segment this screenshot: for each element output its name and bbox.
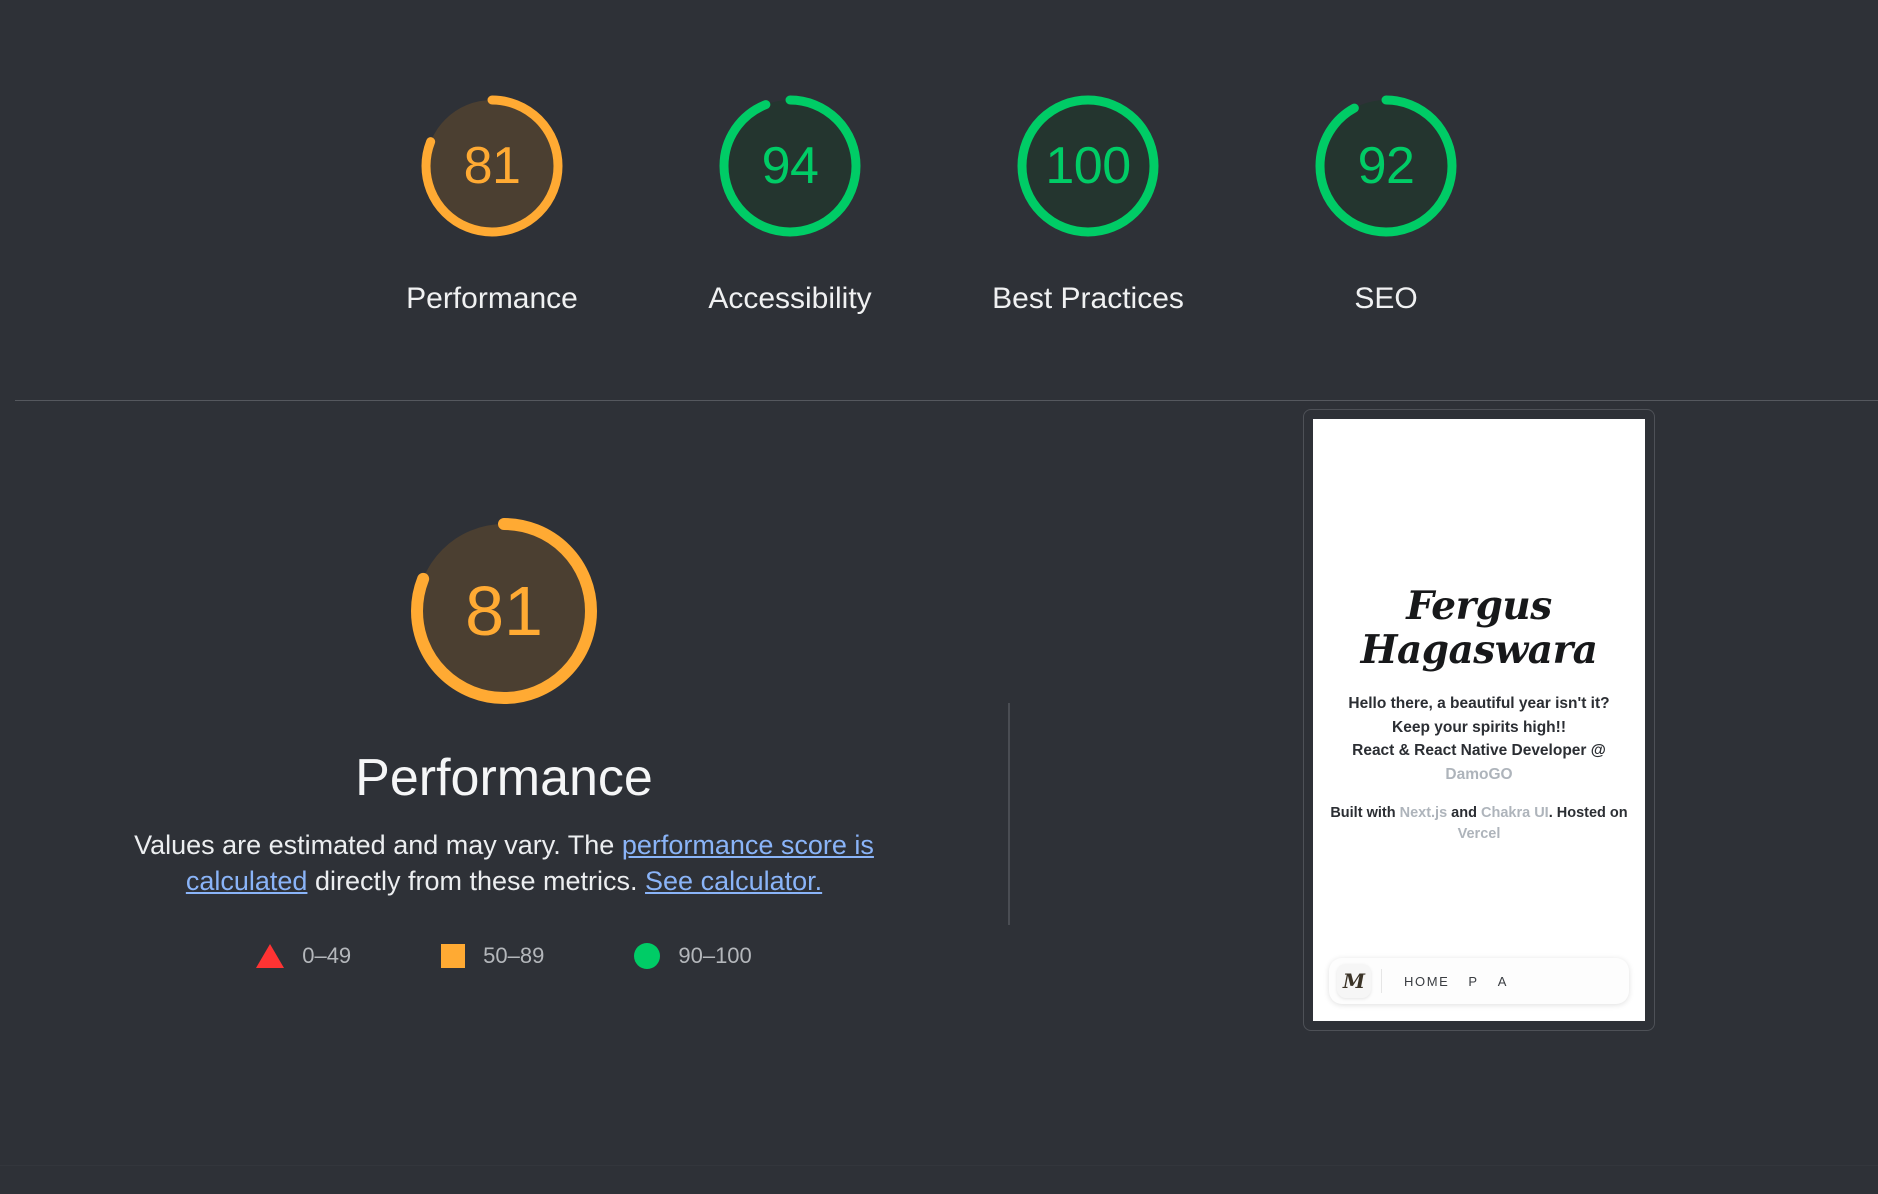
- built-tech-chakra: Chakra UI: [1481, 804, 1549, 821]
- built-join: and: [1447, 804, 1481, 821]
- final-screenshot-image: Fergus Hagaswara Hello there, a beautifu…: [1313, 419, 1645, 1021]
- nav-item-a: A: [1497, 973, 1508, 989]
- gauge-score-performance-large: 81: [465, 572, 543, 650]
- screenshot-greeting-line2: Keep your spirits high!!: [1392, 718, 1566, 736]
- screenshot-logo-icon: M: [1337, 964, 1371, 998]
- bottom-divider: [0, 1165, 1878, 1166]
- gauge-score-seo: 92: [1357, 137, 1415, 195]
- triangle-icon: [256, 944, 285, 969]
- screenshot-greeting-line1: Hello there, a beautiful year isn't it?: [1348, 695, 1610, 713]
- built-tech-nextjs: Next.js: [1399, 804, 1448, 821]
- nav-item-p: P: [1468, 973, 1479, 989]
- final-screenshot-frame[interactable]: Fergus Hagaswara Hello there, a beautifu…: [1303, 409, 1655, 1031]
- score-legend: 0–49 50–89 90–100: [256, 943, 752, 970]
- gauge-performance-large: 81: [393, 500, 615, 722]
- category-gauges-row: 81 Performance 94 Accessibility 100 Best…: [0, 0, 1878, 316]
- see-calculator-link[interactable]: See calculator.: [645, 866, 822, 896]
- gauge-label-seo: SEO: [1354, 282, 1418, 315]
- screenshot-nav-links: HOME P A: [1404, 974, 1508, 989]
- screenshot-name-line1: Fergus: [1406, 583, 1552, 629]
- screenshot-built-with: Built with Next.js and Chakra UI. Hosted…: [1329, 803, 1629, 847]
- description-text-part2: directly from these metrics.: [307, 865, 646, 896]
- gauge-seo: 92: [1300, 80, 1472, 252]
- screenshot-company: DamoGO: [1445, 765, 1513, 783]
- performance-heading: Performance: [355, 749, 653, 807]
- screenshot-role: React & React Native Developer @ DamoGO: [1324, 739, 1634, 786]
- performance-description: Values are estimated and may vary. The p…: [124, 828, 884, 899]
- legend-label-fail: 0–49: [302, 943, 352, 969]
- summary-gauge-seo[interactable]: 92 SEO: [1298, 80, 1474, 316]
- built-prefix: Built with: [1330, 804, 1400, 821]
- gauge-score-performance: 81: [463, 137, 521, 195]
- legend-item-fail: 0–49: [256, 943, 351, 969]
- gauge-label-accessibility: Accessibility: [708, 282, 872, 315]
- square-icon: [441, 944, 466, 969]
- legend-item-average: 50–89: [441, 943, 544, 969]
- legend-label-average: 50–89: [483, 943, 545, 969]
- gauge-performance: 81: [406, 80, 578, 252]
- circle-icon: [634, 943, 661, 970]
- description-text-part1: Values are estimated and may vary. The: [134, 830, 622, 860]
- screenshot-navbar: M HOME P A: [1329, 958, 1629, 1004]
- gauge-label-best-practices: Best Practices: [992, 282, 1184, 315]
- gauge-best-practices: 100: [1002, 80, 1174, 252]
- summary-gauge-accessibility[interactable]: 94 Accessibility: [702, 80, 878, 316]
- performance-detail-left: 81 Performance Values are estimated and …: [0, 400, 1008, 1194]
- built-host-vercel: Vercel: [1457, 826, 1501, 843]
- legend-item-pass: 90–100: [634, 943, 752, 970]
- gauge-label-performance: Performance: [406, 282, 578, 315]
- performance-detail-right: Fergus Hagaswara Hello there, a beautifu…: [1008, 400, 1878, 1194]
- gauge-score-accessibility: 94: [761, 137, 819, 195]
- nav-item-home: HOME: [1404, 973, 1450, 989]
- navbar-separator: [1381, 969, 1382, 993]
- screenshot-site-name: Fergus Hagaswara: [1329, 583, 1629, 673]
- summary-gauge-best-practices[interactable]: 100 Best Practices: [992, 80, 1184, 316]
- lighthouse-summary-strip: 81 Performance 94 Accessibility 100 Best…: [0, 0, 1878, 401]
- screenshot-bio: Hello there, a beautiful year isn't it? …: [1324, 692, 1634, 786]
- gauge-score-best-practices: 100: [1045, 137, 1131, 195]
- legend-label-pass: 90–100: [678, 943, 752, 969]
- summary-gauge-performance[interactable]: 81 Performance: [404, 80, 580, 316]
- screenshot-name-line2: Hagaswara: [1360, 626, 1598, 673]
- built-suffix: . Hosted on: [1548, 804, 1628, 821]
- gauge-accessibility: 94: [704, 80, 876, 252]
- screenshot-role-prefix: React & React Native Developer @: [1352, 742, 1606, 760]
- performance-detail-section: 81 Performance Values are estimated and …: [0, 400, 1878, 1194]
